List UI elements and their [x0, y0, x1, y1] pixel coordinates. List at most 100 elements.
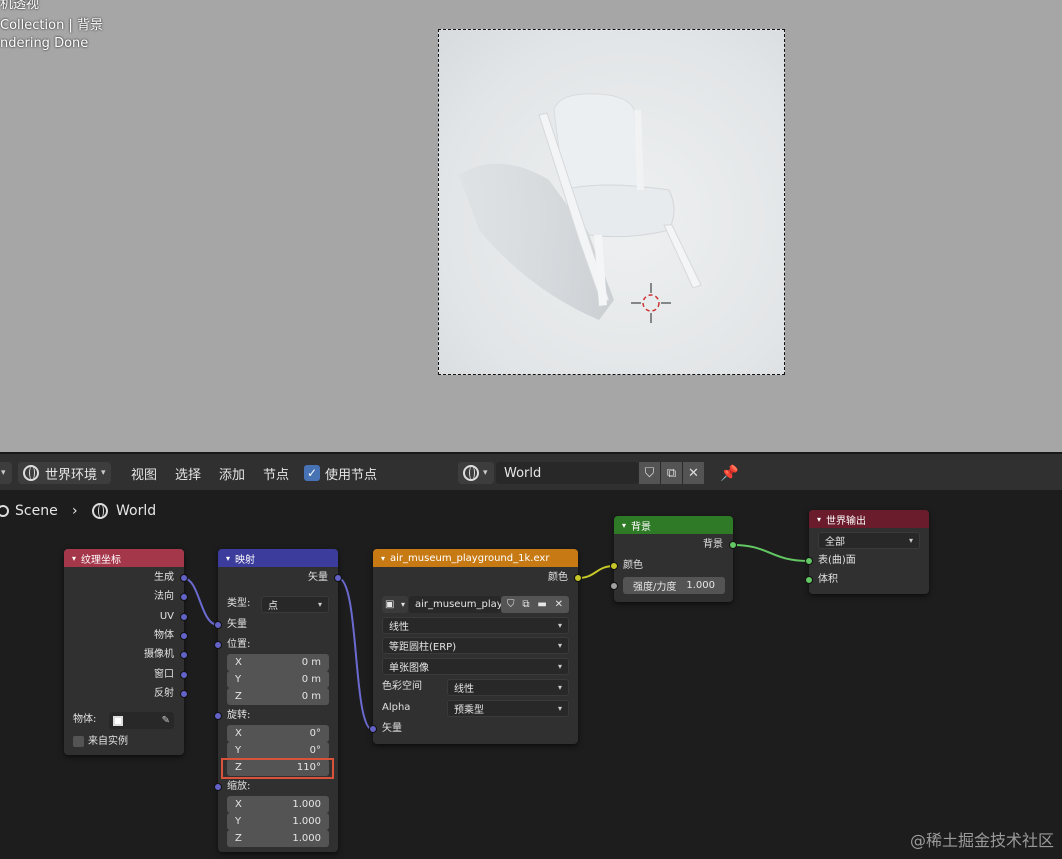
input-vector-label: 矢量 — [227, 619, 247, 630]
scale-y-field[interactable]: Y 1.000 — [227, 813, 329, 830]
interpolation-dropdown[interactable]: 线性 ▾ — [382, 617, 569, 634]
socket-generated[interactable] — [180, 574, 188, 582]
output-reflection: 反射 — [154, 688, 174, 699]
chevron-down-icon: ▾ — [908, 536, 913, 545]
collapse-arrow-icon[interactable]: ▾ — [72, 554, 76, 563]
type-label: 类型: — [227, 598, 251, 609]
node-world-output[interactable]: ▾ 世界输出 全部 ▾ 表(曲)面 体积 — [805, 510, 929, 594]
node-background[interactable]: ▾ 背景 背景 颜色 强度/力度 1.000 — [610, 516, 737, 602]
alpha-dropdown[interactable]: 预乘型 ▾ — [447, 700, 569, 717]
object-picker[interactable]: ✎ — [109, 712, 174, 729]
socket-reflection[interactable] — [180, 690, 188, 698]
socket-uv[interactable] — [180, 613, 188, 621]
socket-background-out[interactable] — [729, 541, 737, 549]
node-mapping[interactable]: ▾ 映射 矢量 类型: 点 ▾ 矢量 位置: X0 m Y0 m Z0 m 旋转:… — [214, 549, 342, 852]
node-header[interactable]: ▾ 世界输出 — [809, 510, 929, 528]
color-input-label: 颜色 — [623, 560, 643, 571]
node-header[interactable]: ▾ air_museum_playground_1k.exr — [373, 549, 578, 567]
socket-vector-in[interactable] — [214, 621, 222, 629]
source-dropdown[interactable]: 单张图像 ▾ — [382, 658, 569, 675]
link-background-to-output — [732, 544, 810, 562]
output-camera: 摄像机 — [144, 649, 174, 660]
output-object: 物体 — [154, 630, 174, 641]
node-title: 背景 — [631, 521, 652, 533]
eyedropper-icon[interactable]: ✎ — [162, 715, 170, 726]
socket-vector-in[interactable] — [369, 725, 377, 733]
collapse-arrow-icon[interactable]: ▾ — [622, 521, 626, 530]
surface-input-label: 表(曲)面 — [818, 555, 856, 566]
output-uv: UV — [159, 611, 174, 622]
socket-location[interactable] — [214, 641, 222, 649]
image-icon: ▣ — [385, 599, 395, 610]
socket-normal[interactable] — [180, 593, 188, 601]
node-title: 纹理坐标 — [81, 554, 122, 566]
chevron-down-icon: ▾ — [317, 600, 322, 609]
location-z-field[interactable]: Z0 m — [227, 688, 329, 705]
image-actions: ⛉ ⧉ ▬ ✕ — [501, 596, 569, 613]
node-environment-texture[interactable]: ▾ air_museum_playground_1k.exr 颜色 ▣ ▾ air… — [369, 549, 582, 744]
close-icon[interactable]: ✕ — [555, 599, 563, 610]
object-label: 物体: — [73, 714, 97, 725]
collapse-arrow-icon[interactable]: ▾ — [381, 554, 385, 563]
socket-vector-out[interactable] — [334, 574, 342, 582]
output-generated: 生成 — [154, 572, 174, 583]
collapse-arrow-icon[interactable]: ▾ — [817, 515, 821, 524]
rotation-z-highlight — [221, 758, 334, 779]
scale-x-field[interactable]: X 1.000 — [227, 796, 329, 813]
node-header[interactable]: ▾ 纹理坐标 — [64, 549, 184, 567]
strength-field[interactable]: 强度/力度 1.000 — [623, 577, 725, 594]
socket-surface-in[interactable] — [805, 557, 813, 565]
colorspace-label: 色彩空间 — [382, 681, 422, 692]
strength-label: 强度/力度 — [632, 582, 677, 593]
output-vector-label: 矢量 — [308, 572, 328, 583]
colorspace-dropdown[interactable]: 线性 ▾ — [447, 679, 569, 696]
chevron-down-icon: ▾ — [557, 621, 562, 630]
scale-label: 缩放: — [227, 781, 251, 792]
link-generated-to-vector — [182, 577, 219, 626]
chevron-down-icon: ▾ — [557, 641, 562, 650]
volume-input-label: 体积 — [818, 574, 838, 585]
rotation-x-field[interactable]: X 0° — [227, 725, 329, 742]
node-title: 世界输出 — [826, 515, 867, 527]
location-y-field[interactable]: Y0 m — [227, 671, 329, 688]
location-label: 位置: — [227, 639, 251, 650]
output-target-dropdown[interactable]: 全部 ▾ — [818, 532, 920, 549]
alpha-label: Alpha — [382, 702, 411, 713]
projection-dropdown[interactable]: 等距圆柱(ERP) ▾ — [382, 637, 569, 654]
socket-window[interactable] — [180, 671, 188, 679]
node-title: 映射 — [235, 554, 256, 566]
node-texture-coordinate[interactable]: ▾ 纹理坐标 生成 法向 UV 物体 摄像机 窗口 反射 物体: ✎ 来自实例 — [64, 549, 188, 755]
socket-camera[interactable] — [180, 651, 188, 659]
socket-strength-in[interactable] — [610, 582, 618, 590]
socket-scale[interactable] — [214, 783, 222, 791]
chevron-down-icon: ▾ — [557, 662, 562, 671]
scale-z-field[interactable]: Z 1.000 — [227, 830, 329, 847]
chevron-down-icon: ▾ — [557, 683, 562, 692]
duplicate-icon[interactable]: ⧉ — [522, 599, 529, 610]
object-icon — [113, 715, 123, 726]
output-color-label: 颜色 — [548, 572, 568, 583]
watermark: @稀土掘金技术社区 — [909, 831, 1054, 850]
socket-color-out[interactable] — [574, 574, 582, 582]
socket-object[interactable] — [180, 632, 188, 640]
output-window: 窗口 — [154, 669, 174, 680]
mapping-type-value: 点 — [268, 601, 278, 612]
location-x-field[interactable]: X0 m — [227, 654, 329, 671]
fake-user-shield-icon[interactable]: ⛉ — [507, 599, 515, 610]
strength-value: 1.000 — [686, 580, 715, 591]
image-browse-button[interactable]: ▣ ▾ — [382, 596, 408, 613]
node-header[interactable]: ▾ 背景 — [614, 516, 733, 534]
folder-icon[interactable]: ▬ — [537, 599, 546, 610]
chevron-down-icon: ▾ — [400, 600, 405, 609]
socket-rotation[interactable] — [214, 712, 222, 720]
input-vector-label: 矢量 — [382, 723, 402, 734]
rotation-y-field[interactable]: Y 0° — [227, 742, 329, 759]
socket-color-in[interactable] — [610, 562, 618, 570]
socket-volume-in[interactable] — [805, 576, 813, 584]
from-instancer-checkbox[interactable]: 来自实例 — [73, 734, 128, 750]
node-header[interactable]: ▾ 映射 — [218, 549, 338, 567]
mapping-type-dropdown[interactable]: 点 ▾ — [261, 596, 329, 613]
collapse-arrow-icon[interactable]: ▾ — [226, 554, 230, 563]
chevron-down-icon: ▾ — [557, 704, 562, 713]
image-name-field[interactable]: air_museum_play... — [409, 596, 511, 613]
